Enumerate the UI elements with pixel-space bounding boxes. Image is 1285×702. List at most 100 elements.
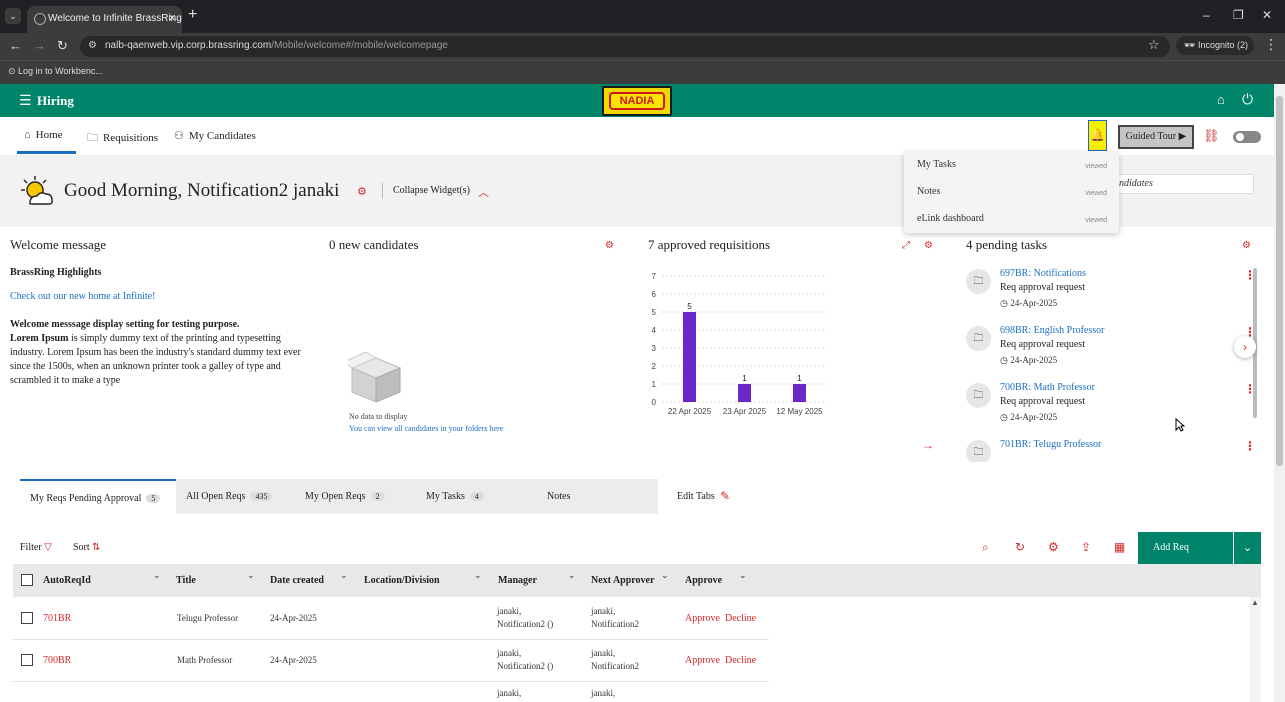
table-scrollbar[interactable] (1250, 597, 1261, 702)
edit-tabs-button[interactable]: Edit Tabs (677, 491, 715, 502)
nav-tab-my-candidates[interactable]: ⚇ My Candidates (174, 129, 256, 142)
approve-link[interactable]: Approve (685, 612, 720, 625)
view-candidates-link[interactable]: You can view all candidates in your fold… (349, 424, 503, 433)
row-checkbox[interactable] (21, 612, 33, 624)
approved-chart: 0 1 2 3 4 5 6 7 5 22 Apr 2025 1 23 Apr 2025 1 12 May … (652, 272, 827, 416)
folder-icon: 🗀 (966, 440, 991, 462)
expand-icon[interactable]: ⤢ (902, 240, 910, 251)
search-input[interactable]: ndidates (1100, 174, 1254, 194)
column-header-date-created[interactable]: Date created (270, 575, 324, 586)
dropdown-item-notes[interactable]: Notes (917, 186, 940, 197)
bookmark-workbench[interactable]: ⊙ Log in to Workbenc... (8, 66, 103, 77)
chevron-down-icon[interactable]: ⌄ (568, 570, 576, 581)
chevron-down-icon[interactable]: ⌄ (661, 570, 669, 581)
dropdown-item-elink-dashboard[interactable]: eLink dashboard (917, 213, 984, 224)
chevron-down-icon[interactable]: ⌄ (153, 570, 161, 581)
scroll-up-icon[interactable]: ▲ (1251, 598, 1259, 607)
column-header-approve[interactable]: Approve (685, 575, 722, 586)
link-icon[interactable]: ⛓ (1203, 128, 1220, 144)
bell-icon[interactable]: 🔔 (1088, 120, 1107, 151)
req-title: Math Professor (177, 655, 233, 665)
star-icon[interactable]: ☆ (1148, 37, 1160, 53)
power-icon[interactable]: ⏻ (1242, 91, 1253, 108)
column-header-manager[interactable]: Manager (498, 575, 537, 586)
task-link[interactable]: 698BR: English Professor (1000, 325, 1104, 336)
incognito-badge[interactable]: 🕶 Incognito (2) (1176, 36, 1254, 55)
home-icon[interactable]: ⌂ (1217, 92, 1225, 107)
page-scrollbar-thumb[interactable] (1276, 96, 1283, 466)
chevron-down-icon[interactable]: ⌄ (739, 570, 747, 581)
refresh-icon[interactable]: ↻ (1015, 540, 1025, 554)
chevron-down-icon[interactable]: ⌄ (474, 570, 482, 581)
new-tab-icon[interactable]: + (188, 6, 197, 24)
forward-icon[interactable]: → (33, 38, 46, 53)
back-icon[interactable]: ← (9, 38, 22, 53)
table-row: 700BR Math Professor 24-Apr-2025 janaki,… (13, 640, 769, 682)
close-icon[interactable]: × (168, 10, 176, 25)
task-link[interactable]: 701BR: Telugu Professor (1000, 439, 1101, 450)
settings-icon[interactable]: ⚙ (605, 240, 614, 251)
reload-icon[interactable]: ↻ (57, 38, 68, 54)
filter-button[interactable]: Filter ▽ (20, 542, 52, 553)
column-header-next-approver[interactable]: Next Approver (591, 575, 654, 586)
task-link[interactable]: 700BR: Math Professor (1000, 382, 1095, 393)
main-nav: ⌂ Home 🗀 Requisitions ⚇ My Candidates 🔔 Gui… (0, 117, 1274, 155)
pencil-icon[interactable]: ✎ (720, 489, 730, 503)
task-link[interactable]: 697BR: Notifications (1000, 268, 1086, 279)
guided-tour-button[interactable]: Guided Tour ▶ (1118, 125, 1194, 149)
tab-my-open-reqs[interactable]: My Open Reqs 2 (295, 479, 416, 514)
req-date: 24-Apr-2025 (270, 613, 317, 623)
url-field[interactable]: ⚙ nalb-qaenweb.vip.corp.brassring.com/Mo… (80, 36, 1170, 57)
nav-tab-requisitions[interactable]: 🗀 Requisitions (87, 129, 158, 148)
dropdown-item-my-tasks[interactable]: My Tasks (917, 159, 956, 170)
select-all-checkbox[interactable] (21, 574, 33, 586)
hamburger-menu-icon[interactable]: ☰ (19, 92, 32, 109)
browser-menu-icon[interactable]: ⋮ (1264, 36, 1278, 53)
table-row: 701BR Telugu Professor 24-Apr-2025 janak… (13, 598, 769, 640)
add-req-button[interactable]: Add Req (1138, 532, 1233, 564)
window-close-icon[interactable]: ✕ (1262, 8, 1272, 22)
tab-count: 2 (370, 492, 385, 501)
grid-icon[interactable]: ▦ (1114, 540, 1125, 554)
decline-link[interactable]: Decline (725, 612, 756, 625)
chevron-down-icon[interactable]: ⌄ (340, 570, 348, 581)
tab-all-open-reqs[interactable]: All Open Reqs 435 (176, 479, 295, 514)
chevron-right-icon[interactable]: › (1234, 336, 1256, 358)
column-header-autoreqid[interactable]: AutoReqId (43, 575, 91, 586)
tab-my-tasks[interactable]: My Tasks 4 (416, 479, 537, 514)
req-id-link[interactable]: 701BR (43, 612, 71, 625)
site-info-icon[interactable]: ⚙ (88, 40, 97, 51)
chevron-down-icon[interactable]: ⌄ (1234, 532, 1261, 564)
export-icon[interactable]: ⇪ (1081, 540, 1091, 554)
sort-button[interactable]: Sort ⇅ (73, 542, 101, 553)
minimize-icon[interactable]: – (1203, 8, 1210, 22)
decline-link[interactable]: Decline (725, 654, 756, 667)
tab-search-icon[interactable]: ⌄ (5, 8, 21, 24)
pending-tasks-widget: 4 pending tasks ⚙ 🗀 697BR: Notifications… (960, 228, 1264, 462)
search-icon[interactable]: ⌕ (982, 540, 989, 555)
req-manager: janaki, (497, 688, 522, 698)
gear-icon[interactable]: ⚙ (1048, 540, 1059, 554)
approve-link[interactable]: Approve (685, 654, 720, 667)
browser-tab[interactable]: Welcome to Infinite BrassRing × (27, 6, 182, 33)
theme-toggle[interactable] (1233, 131, 1261, 143)
welcome-link[interactable]: Check out our new home at Infinite! (10, 291, 156, 302)
nav-tab-home[interactable]: ⌂ Home (24, 129, 63, 141)
chevron-down-icon[interactable]: ⌄ (247, 570, 255, 581)
task-date: ◷ 24-Apr-2025 (1000, 412, 1057, 423)
kebab-menu-icon[interactable]: ⋮ (1244, 439, 1256, 453)
settings-icon[interactable]: ⚙ (1242, 240, 1251, 251)
gear-icon[interactable]: ⚙ (357, 185, 367, 198)
column-header-location[interactable]: Location/Division (364, 575, 440, 586)
arrow-right-icon[interactable]: → (922, 438, 934, 452)
row-checkbox[interactable] (21, 654, 33, 666)
tab-notes[interactable]: Notes (537, 479, 658, 514)
req-id-link[interactable]: 700BR (43, 654, 71, 667)
tab-my-reqs-pending-approval[interactable]: My Reqs Pending Approval 5 (20, 479, 176, 514)
restore-icon[interactable]: ❐ (1233, 8, 1244, 22)
settings-icon[interactable]: ⚙ (924, 240, 933, 251)
lorem-bold: Lorem Ipsum (10, 333, 69, 344)
column-header-title[interactable]: Title (176, 575, 196, 586)
collapse-widgets-button[interactable]: Collapse Widget(s) (393, 185, 470, 196)
chevron-up-icon[interactable]: ︿ (478, 184, 489, 200)
